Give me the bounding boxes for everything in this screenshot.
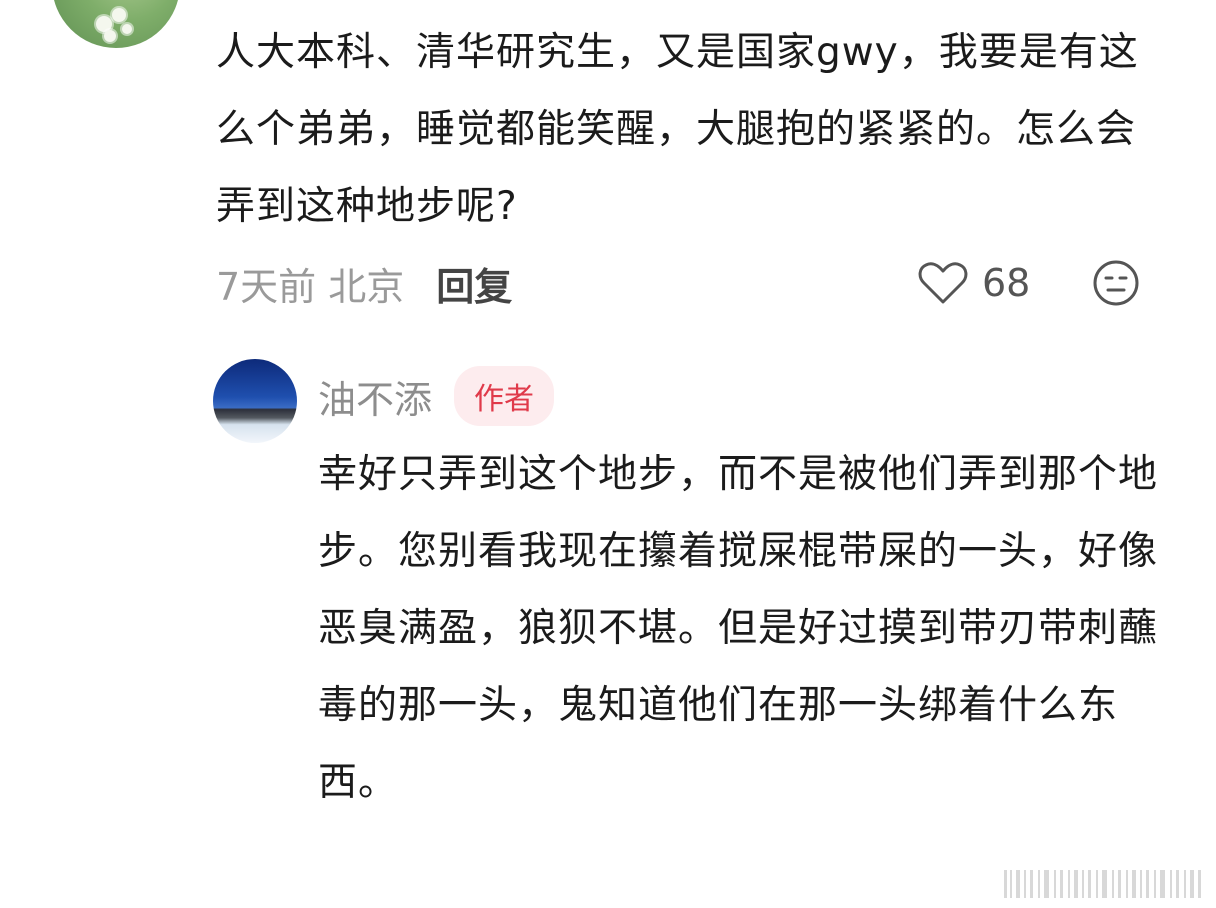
commenter-avatar[interactable] <box>52 0 180 48</box>
neutral-face-icon <box>1093 260 1139 306</box>
comment-text: 人大本科、清华研究生，又是国家gwy，我要是有这么个弟弟，睡觉都能笑醒，大腿抱的… <box>216 30 1139 229</box>
author-name[interactable]: 油不添 <box>318 369 432 424</box>
dislike-button[interactable] <box>1092 259 1140 307</box>
reply-button[interactable]: 回复 <box>436 256 512 311</box>
like-count: 68 <box>982 261 1031 305</box>
reply-text: 幸好只弄到这个地步，而不是被他们弄到那个地步。您别看我现在攥着搅屎棍带屎的一头，… <box>318 452 1159 805</box>
author-badge: 作者 <box>454 366 555 426</box>
like-button[interactable]: 68 <box>918 253 1030 313</box>
heart-outline-icon <box>918 262 968 304</box>
comment-time-location: 7天前 北京 <box>216 264 405 309</box>
watermark-barcode-icon <box>1004 870 1201 898</box>
comment-meta: 7天前 北京 回复 <box>216 253 512 313</box>
reply-header: 油不添 作者 <box>318 366 555 426</box>
author-avatar[interactable] <box>213 359 297 443</box>
